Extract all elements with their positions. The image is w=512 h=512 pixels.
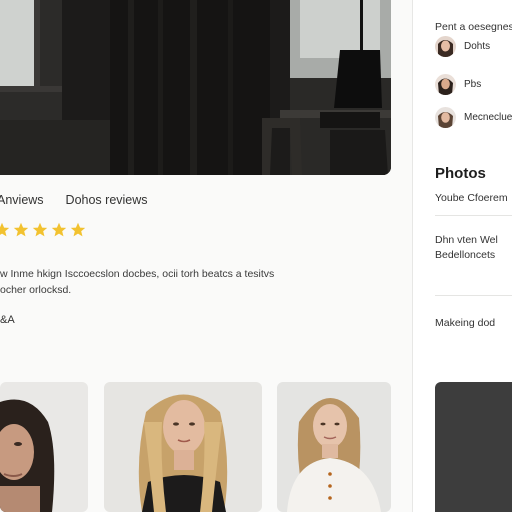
sidebar: Pent a oesegnes Dohts Pbs Mecneclue Phot…: [413, 0, 512, 512]
description-line: w Inme hkign Isccoecslon docbes, ocii to…: [0, 268, 275, 280]
star-icon: [32, 222, 48, 237]
portrait-photo: [0, 382, 88, 512]
avatar: [435, 36, 456, 57]
hero-image: [0, 0, 391, 175]
marketing-link[interactable]: Makeing dod: [435, 315, 495, 331]
sidebar-body-line: Bedelloncets: [435, 249, 496, 261]
star-icon: [0, 222, 10, 237]
star-icon: [51, 222, 67, 237]
portrait-photo: [277, 382, 391, 512]
tab-dohos-reviews[interactable]: Dohos reviews: [66, 193, 148, 207]
preview-card[interactable]: [435, 382, 512, 512]
star-icon: [13, 222, 29, 237]
photo-thumb[interactable]: [0, 382, 88, 512]
person-name: Mecneclue: [464, 112, 512, 123]
star-rating: [0, 222, 86, 238]
photo-thumb[interactable]: [104, 382, 262, 512]
avatar: [435, 107, 456, 128]
review-description: w Inme hkign Isccoecslon docbes, ocii to…: [0, 266, 310, 298]
sidebar-body-line: Dhn vten Wel: [435, 234, 498, 246]
avatar: [435, 74, 456, 95]
photo-thumb[interactable]: [277, 382, 391, 512]
main-panel: Anviews Dohos reviews w Inme hkign Iscco…: [0, 0, 412, 512]
portrait-photo: [104, 382, 262, 512]
person-name: Dohts: [464, 41, 491, 52]
star-icon: [70, 222, 86, 237]
person-item[interactable]: Pbs: [435, 74, 481, 95]
room-photo: [0, 0, 391, 175]
review-tabs: Anviews Dohos reviews: [0, 193, 148, 207]
photos-subtitle: Yoube Cfoerem: [435, 192, 508, 204]
sidebar-header: Pent a oesegnes: [435, 21, 512, 33]
person-item[interactable]: Mecneclue: [435, 107, 512, 128]
tab-anviews[interactable]: Anviews: [0, 193, 44, 207]
divider: [435, 215, 512, 216]
description-line: ocher orlocksd.: [0, 284, 72, 296]
person-item[interactable]: Dohts: [435, 36, 490, 57]
qa-link[interactable]: &A: [0, 314, 15, 326]
person-name: Pbs: [464, 79, 482, 90]
divider: [435, 295, 512, 296]
photos-title: Photos: [435, 165, 486, 182]
